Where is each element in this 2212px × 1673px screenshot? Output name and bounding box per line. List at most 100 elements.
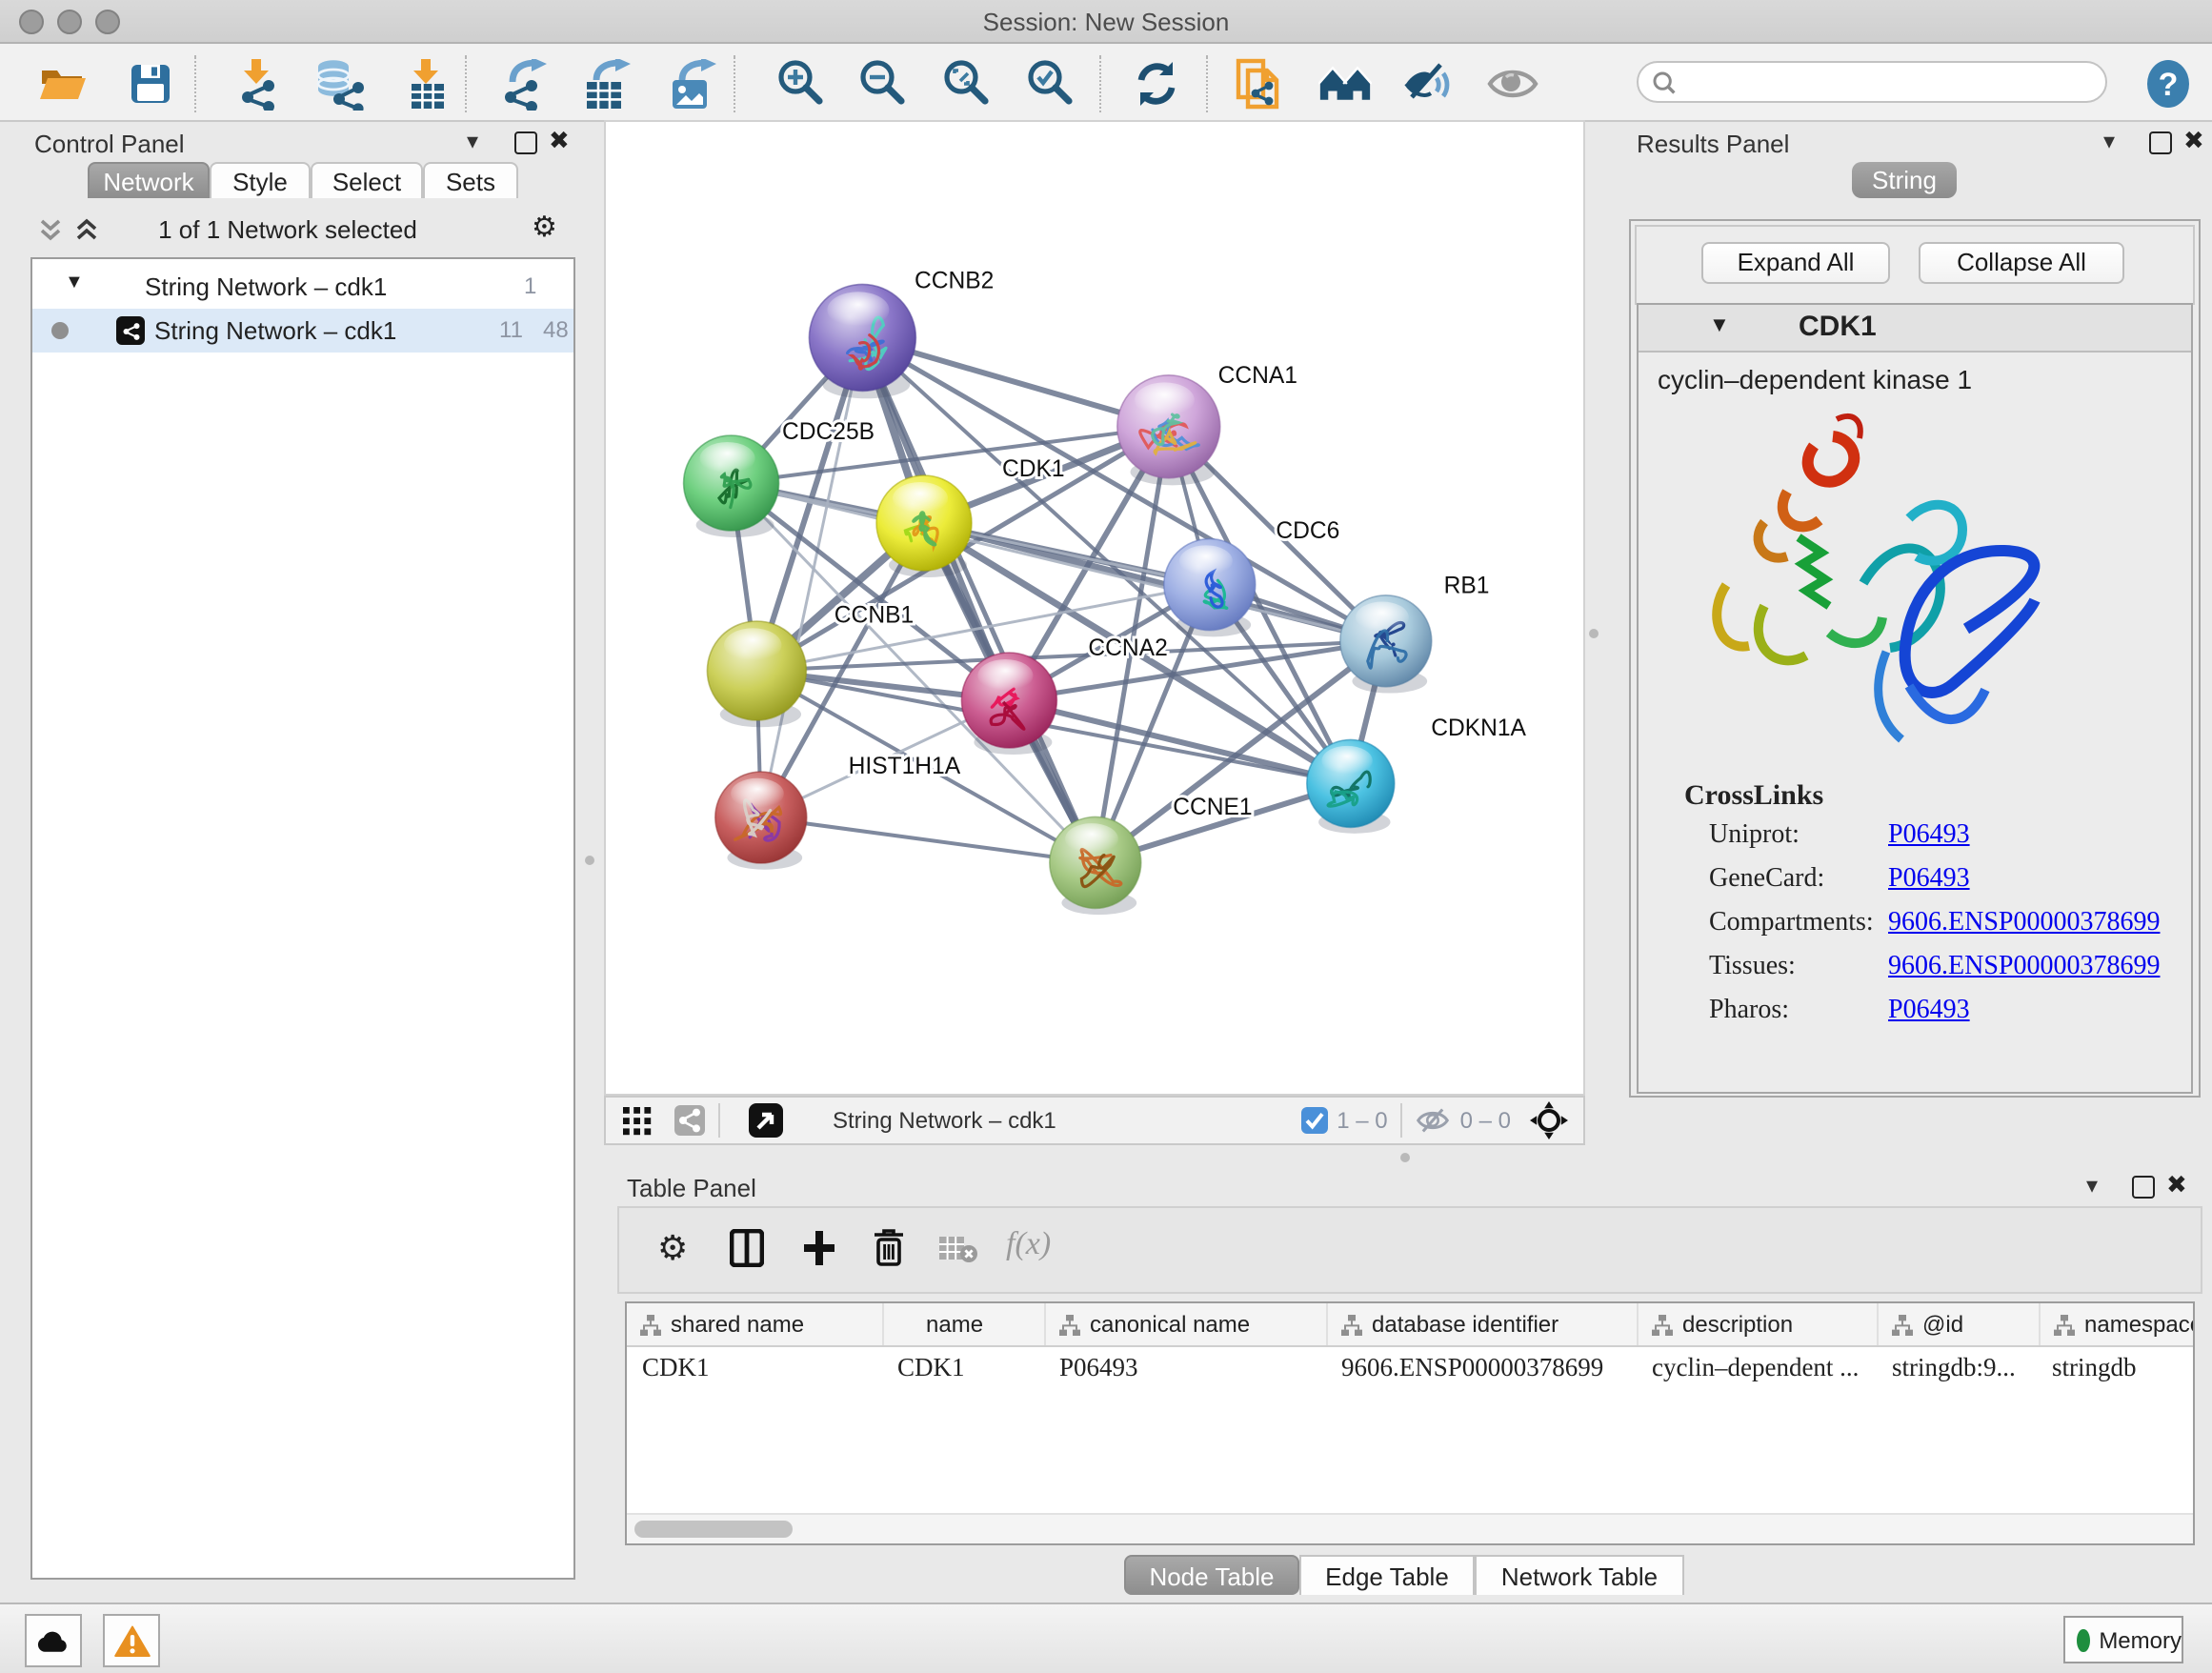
table-header-row: shared name name canonical name database… (627, 1303, 2193, 1347)
right-splitter-handle[interactable] (1589, 629, 1599, 638)
panel-menu-arrow-icon[interactable]: ▾ (2086, 1172, 2098, 1199)
protein-section-header[interactable]: ▼ CDK1 (1639, 305, 2191, 353)
table-add-icon[interactable] (802, 1229, 836, 1267)
crosslink-tissues-link[interactable]: 9606.ENSP00000378699 (1888, 953, 2160, 983)
tab-string[interactable]: String (1852, 162, 1957, 198)
scrollbar-thumb[interactable] (634, 1521, 793, 1538)
warning-icon (113, 1624, 150, 1657)
import-network-database-button[interactable] (312, 57, 366, 111)
tab-edge-table[interactable]: Edge Table (1299, 1555, 1475, 1595)
graph-node-CCNE1[interactable]: CCNE1 (1050, 795, 1253, 915)
tab-style[interactable]: Style (210, 162, 311, 198)
left-splitter-handle[interactable] (585, 856, 594, 865)
string-network-graph[interactable]: CCNB2CCNA1CDC25BCDK1CDC6RB1CCNB1CCNA2CDK… (606, 122, 1583, 1094)
node-table: shared name name canonical name database… (625, 1301, 2195, 1545)
show-all-button[interactable] (1486, 57, 1539, 111)
warnings-button[interactable] (103, 1614, 160, 1667)
graph-node-CCNB2[interactable]: CCNB2 (809, 269, 994, 399)
hide-selected-button[interactable] (1402, 57, 1456, 111)
float-panel-icon[interactable] (2149, 131, 2172, 154)
column-header[interactable]: name (884, 1303, 1046, 1345)
float-panel-icon[interactable] (514, 131, 537, 154)
birdseye-view-icon[interactable] (749, 1103, 783, 1138)
first-neighbors-button[interactable] (1318, 57, 1372, 111)
tab-network-table[interactable]: Network Table (1475, 1555, 1684, 1595)
open-session-button[interactable] (36, 57, 90, 111)
close-panel-icon[interactable]: ✖ (549, 126, 570, 156)
import-network-file-button[interactable] (231, 57, 284, 111)
close-panel-icon[interactable]: ✖ (2166, 1170, 2187, 1200)
table-row[interactable]: CDK1 CDK1 P06493 9606.ENSP00000378699 cy… (627, 1345, 2193, 1391)
column-header[interactable]: shared name (627, 1303, 884, 1345)
crosshair-icon[interactable] (1530, 1101, 1568, 1139)
collection-expand-arrow-icon[interactable]: ▼ (65, 272, 84, 293)
memory-button[interactable]: Memory (2063, 1616, 2183, 1663)
network-row-selected[interactable]: String Network – cdk1 11 48 (32, 309, 573, 353)
network-share-icon[interactable] (674, 1105, 705, 1136)
duplicate-network-button[interactable] (1233, 57, 1286, 111)
bottom-splitter-handle[interactable] (1400, 1153, 1410, 1162)
search-field[interactable] (1637, 61, 2107, 103)
crosslink-genecard-link[interactable]: P06493 (1888, 865, 1970, 896)
tab-network[interactable]: Network (88, 162, 210, 198)
table-columns-icon[interactable] (730, 1229, 764, 1267)
network-canvas[interactable]: CCNB2CCNA1CDC25BCDK1CDC6RB1CCNB1CCNA2CDK… (604, 120, 1585, 1096)
toolbar-separator (1099, 55, 1103, 112)
toolbar-separator (734, 55, 737, 112)
zoom-in-button[interactable] (774, 57, 827, 111)
zoom-fit-content-button[interactable] (939, 57, 993, 111)
panel-menu-arrow-icon[interactable]: ▾ (467, 128, 478, 154)
graph-node-CDKN1A[interactable]: CDKN1A (1307, 716, 1527, 834)
table-delete-icon[interactable] (873, 1227, 905, 1267)
help-button[interactable]: ? (2142, 57, 2195, 111)
export-image-button[interactable] (665, 57, 718, 111)
hidden-eye-slash-icon[interactable] (1417, 1107, 1451, 1134)
column-header[interactable]: @id (1879, 1303, 2041, 1345)
zoom-out-button[interactable] (855, 57, 909, 111)
graph-node-RB1[interactable]: RB1 (1340, 574, 1490, 694)
column-header[interactable]: canonical name (1046, 1303, 1328, 1345)
table-gear-icon[interactable]: ⚙ (657, 1229, 688, 1269)
graph-node-HIST1H1A[interactable]: HIST1H1A (715, 754, 961, 870)
crosslink-uniprot-link[interactable]: P06493 (1888, 821, 1970, 852)
panel-menu-arrow-icon[interactable]: ▾ (2103, 128, 2115, 154)
table-hscrollbar[interactable] (627, 1513, 2193, 1543)
import-table-file-button[interactable] (400, 57, 453, 111)
status-bar: Memory (0, 1602, 2212, 1673)
save-session-button[interactable] (124, 57, 177, 111)
section-collapse-arrow-icon[interactable]: ▼ (1709, 314, 1730, 337)
cloud-button[interactable] (25, 1614, 82, 1667)
separator (1401, 1103, 1403, 1138)
zoom-selected-button[interactable] (1023, 57, 1076, 111)
node-label-CCNA2: CCNA2 (1088, 635, 1167, 661)
search-input[interactable] (1677, 67, 2065, 97)
network-collection-row[interactable]: ▼ String Network – cdk1 1 (32, 267, 573, 309)
close-panel-icon[interactable]: ✖ (2183, 126, 2204, 156)
network-options-gear-icon[interactable]: ⚙ (532, 210, 557, 244)
protein-description: cyclin–dependent kinase 1 (1658, 364, 1972, 394)
refresh-view-button[interactable] (1130, 57, 1183, 111)
graph-node-CCNA1[interactable]: CCNA1 (1117, 363, 1297, 486)
export-table-button[interactable] (579, 57, 633, 111)
eye-slash-icon (1402, 61, 1456, 107)
crosslink-compartments-link[interactable]: 9606.ENSP00000378699 (1888, 909, 2160, 939)
export-network-button[interactable] (497, 57, 551, 111)
protein-name: CDK1 (1799, 311, 1877, 343)
houses-icon (1318, 61, 1372, 107)
tab-select[interactable]: Select (311, 162, 423, 198)
crosslink-pharos-link[interactable]: P06493 (1888, 997, 1970, 1027)
grid-mode-icon[interactable] (623, 1106, 652, 1135)
tab-node-table[interactable]: Node Table (1124, 1555, 1299, 1595)
function-builder-icon[interactable]: f(x) (1006, 1225, 1051, 1263)
refresh-icon (1132, 59, 1181, 109)
float-panel-icon[interactable] (2132, 1176, 2155, 1199)
column-header[interactable]: database identifier (1328, 1303, 1639, 1345)
expand-all-button[interactable]: Expand All (1701, 242, 1890, 284)
collapse-all-button[interactable]: Collapse All (1919, 242, 2124, 284)
column-header[interactable]: description (1639, 1303, 1879, 1345)
node-label-CDKN1A: CDKN1A (1431, 716, 1526, 741)
selected-checkbox-icon[interactable] (1300, 1107, 1327, 1134)
tab-sets[interactable]: Sets (423, 162, 518, 198)
delete-table-icon[interactable] (939, 1235, 977, 1263)
column-header[interactable]: namespace (2041, 1303, 2193, 1345)
